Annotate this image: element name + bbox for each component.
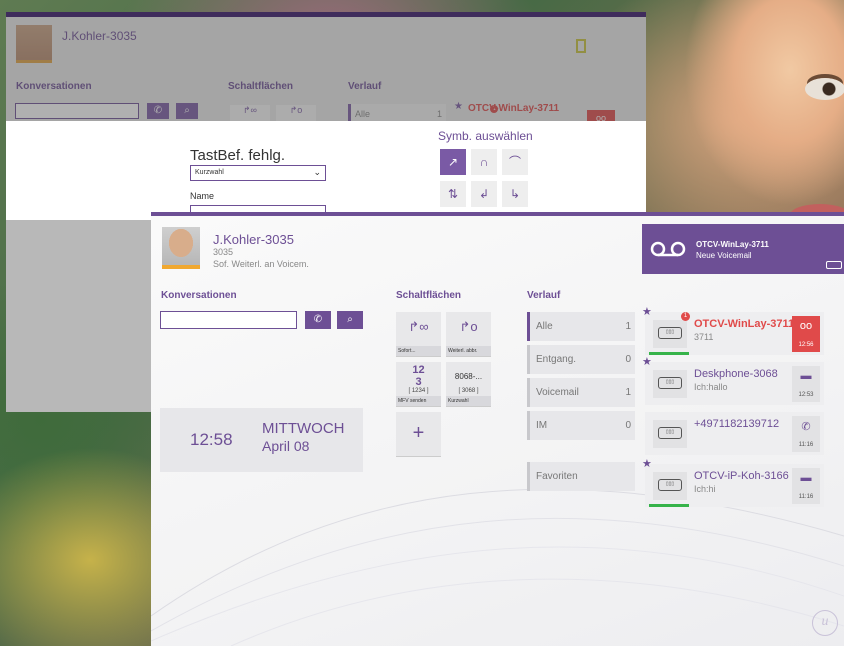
call-forward-icon: ↱∞ [408, 319, 429, 334]
button-label: MFV senden [396, 396, 441, 406]
clock-day: MITTWOCH [262, 420, 345, 437]
contact-sub: Ich:hi [694, 484, 716, 494]
forward-icon[interactable]: ↗ [440, 149, 466, 175]
avatar[interactable] [162, 227, 200, 269]
phone-icon: ✆ [801, 421, 811, 433]
dialog-title: TastBef. fehlg. [190, 147, 286, 164]
notification-message: Neue Voicemail [696, 251, 752, 260]
add-button[interactable]: + [396, 412, 441, 457]
history-filter-missed[interactable]: Entgang. 0 [527, 345, 635, 374]
headset-icon[interactable]: ∩ [471, 149, 497, 175]
contact-sub: Ich:hallo [694, 382, 728, 392]
call-button[interactable]: ✆ [305, 311, 331, 329]
symbol-title: Symb. auswählen [438, 129, 533, 143]
favorite-star-icon: ★ [642, 458, 652, 470]
list-item[interactable]: ★ ▯▯▯ 1 OTCV-WinLay-3711 3711 oo 12:56 [642, 306, 824, 355]
dtmf-number: [ 1234 ] [408, 388, 429, 394]
conversation-time: 11:16 [798, 442, 814, 448]
conversations-header: Konversationen [161, 290, 237, 301]
presence-bar [649, 352, 689, 355]
buttons-header: Schaltflächen [396, 290, 462, 301]
history-label: IM [536, 420, 548, 431]
user-status[interactable]: Sof. Weiterl. an Voicem. [213, 259, 309, 269]
history-label: Voicemail [536, 387, 579, 398]
history-filter-im[interactable]: IM 0 [527, 411, 635, 440]
history-count: 1 [625, 321, 631, 332]
button-label: Kurzwahl [446, 396, 491, 406]
overlay [6, 17, 646, 121]
voicemail-icon [650, 241, 686, 257]
list-item[interactable]: ★ ▯▯▯ OTCV-iP-Koh-3166 Ich:hi ▬ 11:16 [642, 458, 824, 507]
voicemail-icon: oo [799, 320, 813, 332]
favorite-star-icon: ★ [642, 356, 652, 368]
deskphone-icon: ▯▯▯ [653, 320, 687, 348]
chat-icon: ▬ [800, 472, 812, 484]
add-button-dialog: TastBef. fehlg. Kurzwahl ⌄ Name Symb. au… [6, 121, 646, 221]
chat-action-button[interactable]: ▬ 11:16 [792, 468, 820, 504]
plus-icon: + [412, 422, 425, 444]
call-forward-button[interactable]: ↱∞ Sofort... [396, 312, 441, 357]
presence-bar [649, 504, 689, 507]
contact-name: Deskphone-3068 [694, 368, 778, 380]
conversation-time: 11:16 [798, 494, 814, 500]
conversation-time: 12:53 [798, 392, 814, 398]
type-select-value: Kurzwahl [195, 169, 224, 176]
history-count: 1 [625, 387, 631, 398]
button-label: Sofort... [396, 346, 441, 356]
app-window: J.Kohler-3035 3035 Sof. Weiterl. an Voic… [151, 212, 844, 646]
history-header: Verlauf [527, 290, 561, 301]
search-button[interactable]: ⌕ [337, 311, 363, 329]
chat-action-button[interactable]: ▬ 12:53 [792, 366, 820, 402]
contact-name: OTCV-iP-Koh-3166 [694, 470, 789, 482]
user-extension: 3035 [213, 247, 234, 257]
voicemail-notification[interactable]: OTCV-WinLay-3711 Neue Voicemail [642, 224, 844, 274]
contact-sub: 3711 [694, 332, 714, 342]
speed-dial-name: 8068-... [454, 372, 483, 381]
speed-dial-button[interactable]: 8068-... [ 3068 ] Kurzwahl [446, 362, 491, 407]
transfer-icon[interactable]: ⇅ [440, 181, 466, 207]
history-filter-all[interactable]: Alle 1 [527, 312, 635, 341]
history-filter-favorites[interactable]: Favoriten [527, 462, 635, 491]
cancel-forward-button[interactable]: ↱o Weiterl. abbr. [446, 312, 491, 357]
name-label: Name [190, 191, 215, 201]
history-label: Entgang. [536, 354, 577, 365]
deskphone-icon: ▯▯▯ [653, 370, 687, 398]
clock-tile: 12:58 MITTWOCH April 08 [160, 408, 363, 472]
notification-title: OTCV-WinLay-3711 [696, 240, 769, 249]
deskphone-icon [826, 261, 842, 269]
history-label: Favoriten [536, 471, 578, 482]
voicemail-action-button[interactable]: oo 12:56 [792, 316, 820, 352]
deskphone-icon: ▯▯▯ [653, 472, 687, 500]
list-item[interactable]: ★ ▯▯▯ Deskphone-3068 Ich:hallo ▬ 12:53 [642, 356, 824, 405]
cancel-forward-icon: ↱o [459, 319, 478, 334]
send-dtmf-button[interactable]: 12 3 [ 1234 ] MFV senden [396, 362, 441, 407]
history-filter-voicemail[interactable]: Voicemail 1 [527, 378, 635, 407]
speed-dial-number: [ 3068 ] [458, 388, 479, 394]
conversation-time: 12:56 [798, 342, 814, 348]
history-label: Alle [536, 321, 553, 332]
list-item[interactable]: ▯▯▯ +4971182139712 ✆ 11:16 [645, 412, 824, 455]
search-input[interactable] [160, 311, 297, 329]
history-count: 0 [625, 354, 631, 365]
wallpaper-eye [805, 78, 844, 100]
chevron-down-icon: ⌄ [313, 167, 321, 177]
type-select[interactable]: Kurzwahl ⌄ [190, 165, 326, 181]
history-count: 0 [625, 420, 631, 431]
clock-time: 12:58 [190, 430, 233, 449]
hangup-icon[interactable]: ⌒ [502, 149, 528, 175]
contact-name: OTCV-WinLay-3711 [694, 318, 795, 330]
favorite-star-icon: ★ [642, 306, 652, 318]
redirect-icon[interactable]: ↲ [471, 181, 497, 207]
app-logo-icon: u [812, 610, 838, 636]
callback-icon[interactable]: ↳ [502, 181, 528, 207]
user-name: J.Kohler-3035 [213, 232, 294, 247]
call-action-button[interactable]: ✆ 11:16 [792, 416, 820, 452]
clock-date: April 08 [262, 438, 310, 454]
unread-badge: 1 [681, 312, 690, 321]
dtmf-digits: 12 3 [412, 364, 425, 388]
contact-name: +4971182139712 [694, 418, 780, 430]
chat-icon: ▬ [800, 370, 812, 382]
button-label: Weiterl. abbr. [446, 346, 491, 356]
deskphone-icon: ▯▯▯ [653, 420, 687, 448]
